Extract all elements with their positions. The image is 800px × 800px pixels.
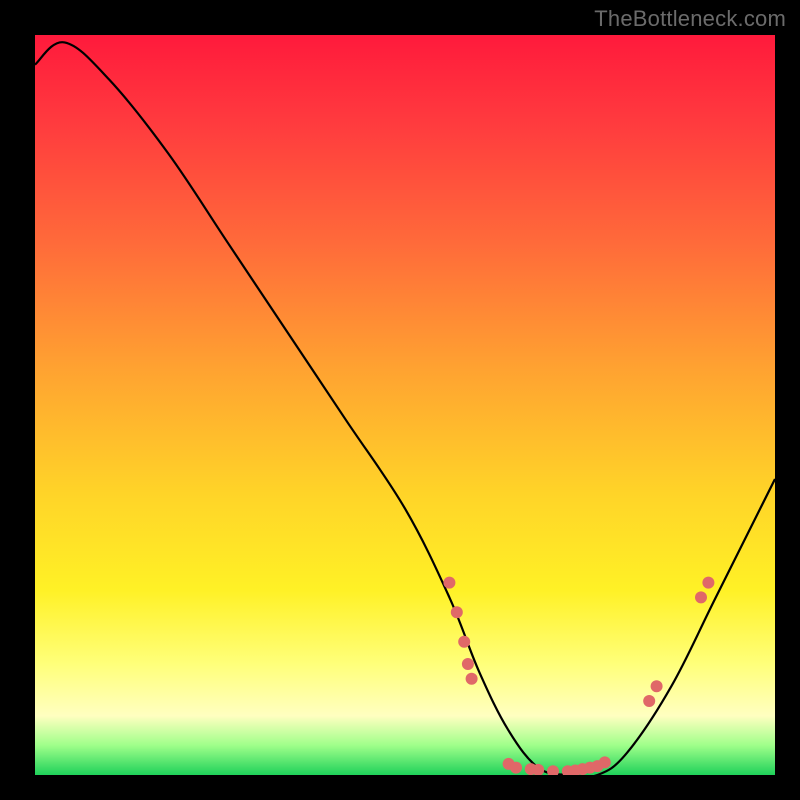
plot-area xyxy=(35,35,775,775)
data-point xyxy=(466,673,478,685)
chart-frame: TheBottleneck.com xyxy=(0,0,800,800)
data-points-group xyxy=(443,577,714,775)
data-point xyxy=(510,762,522,774)
data-point xyxy=(547,765,559,775)
data-point xyxy=(443,577,455,589)
data-point xyxy=(462,658,474,670)
chart-svg xyxy=(35,35,775,775)
data-point xyxy=(695,591,707,603)
data-point xyxy=(451,606,463,618)
watermark-label: TheBottleneck.com xyxy=(594,6,786,32)
data-point xyxy=(599,756,611,768)
data-point xyxy=(651,680,663,692)
data-point xyxy=(643,695,655,707)
data-point xyxy=(458,636,470,648)
data-point xyxy=(702,577,714,589)
curve-path xyxy=(35,42,775,775)
